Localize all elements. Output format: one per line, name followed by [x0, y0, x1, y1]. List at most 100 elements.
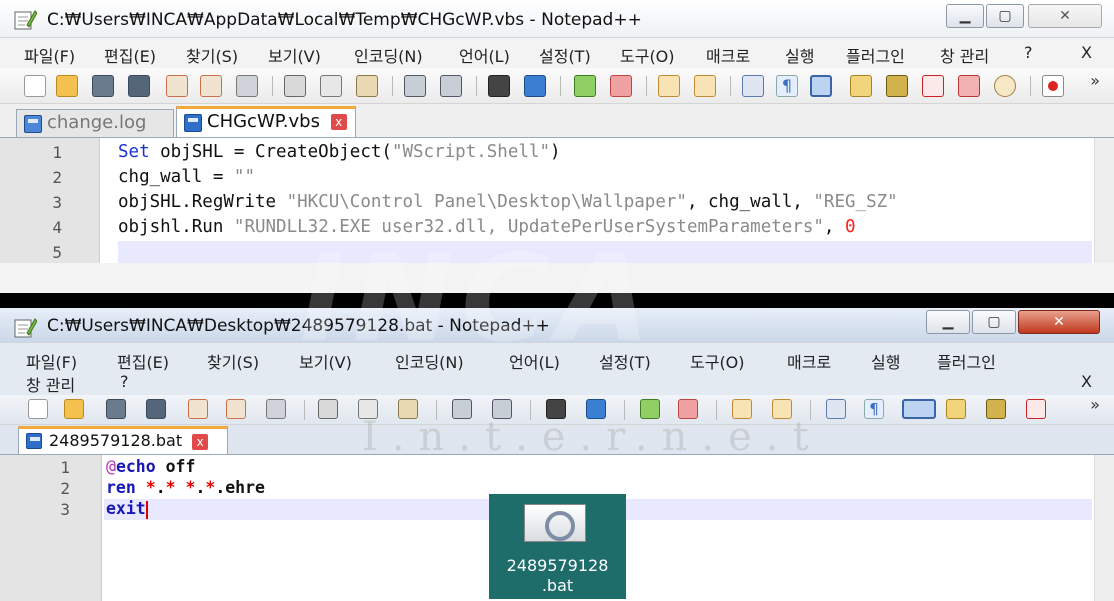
close-all-icon[interactable] [226, 399, 246, 419]
menu-window[interactable]: 창 관리 [940, 43, 989, 67]
new-file-icon[interactable] [24, 75, 46, 97]
save-icon[interactable] [106, 399, 126, 419]
minimize-button[interactable]: ▁ [926, 310, 970, 334]
cut-icon[interactable] [284, 75, 306, 97]
replace-icon[interactable] [524, 75, 546, 97]
code-editor[interactable]: 1 2 3 4 5 Set objSHL = CreateObject("WSc… [0, 138, 1114, 263]
maximize-button[interactable]: ▢ [986, 4, 1024, 28]
menu-view[interactable]: 보기(V) [299, 349, 352, 373]
word-wrap-icon[interactable] [826, 399, 846, 419]
menu-macro[interactable]: 매크로 [787, 349, 831, 373]
show-all-chars-icon[interactable]: ¶ [776, 75, 798, 97]
menu-file[interactable]: 파일(F) [24, 43, 75, 67]
close-file-icon[interactable] [166, 75, 188, 97]
tab-change-log[interactable]: change.log [16, 109, 174, 137]
tab-close-icon[interactable]: x [192, 433, 209, 450]
print-icon[interactable] [236, 75, 258, 97]
tab-close-icon[interactable]: x [330, 114, 347, 130]
function-list-icon[interactable] [1026, 399, 1046, 419]
cut-icon[interactable] [318, 399, 338, 419]
menu-encoding[interactable]: 인코딩(N) [354, 43, 423, 67]
zoom-out-icon[interactable] [678, 399, 698, 419]
function-list-icon[interactable] [922, 75, 944, 97]
menu-tools[interactable]: 도구(O) [620, 43, 675, 67]
menu-run[interactable]: 실행 [785, 43, 814, 67]
menu-plugins[interactable]: 플러그인 [937, 349, 996, 373]
sync-vertical-icon[interactable] [732, 399, 752, 419]
show-all-chars-icon[interactable]: ¶ [864, 399, 884, 419]
toolbar-overflow-icon[interactable]: » [1090, 71, 1100, 90]
menu-file[interactable]: 파일(F) [26, 349, 77, 373]
copy-icon[interactable] [358, 399, 378, 419]
doc-map-icon[interactable] [986, 399, 1006, 419]
menu-run[interactable]: 실행 [871, 349, 900, 373]
zoom-out-icon[interactable] [610, 75, 632, 97]
menu-edit[interactable]: 편집(E) [104, 43, 156, 67]
record-macro-icon[interactable] [1042, 75, 1064, 97]
sync-horizontal-icon[interactable] [694, 75, 716, 97]
define-language-icon[interactable] [946, 399, 966, 419]
find-icon[interactable] [488, 75, 510, 97]
menu-window[interactable]: 창 관리 [26, 372, 75, 396]
menu-search[interactable]: 찾기(S) [207, 349, 259, 373]
menu-plugins[interactable]: 플러그인 [846, 43, 905, 67]
close-file-icon[interactable] [188, 399, 208, 419]
menu-help[interactable]: ? [1024, 43, 1033, 62]
menu-language[interactable]: 언어(L) [459, 43, 510, 67]
undo-icon[interactable] [452, 399, 472, 419]
sync-vertical-icon[interactable] [658, 75, 680, 97]
menu-language[interactable]: 언어(L) [509, 349, 560, 373]
menu-edit[interactable]: 편집(E) [117, 349, 169, 373]
menu-encoding[interactable]: 인코딩(N) [395, 349, 464, 373]
title-bar[interactable]: C:₩Users₩INCA₩AppData₩Local₩Temp₩CHGcWP.… [0, 0, 1114, 38]
minimize-button[interactable]: ▁ [946, 4, 984, 28]
maximize-button[interactable]: ▢ [972, 310, 1016, 334]
sync-horizontal-icon[interactable] [772, 399, 792, 419]
menu-close-doc[interactable]: X [1081, 372, 1092, 391]
indent-guide-icon[interactable] [810, 75, 832, 97]
folder-workspace-icon[interactable] [958, 75, 980, 97]
save-icon[interactable] [92, 75, 114, 97]
menu-settings[interactable]: 설정(T) [539, 43, 591, 67]
redo-icon[interactable] [492, 399, 512, 419]
toolbar-overflow-icon[interactable]: » [1090, 395, 1100, 414]
define-language-icon[interactable] [850, 75, 872, 97]
menu-settings[interactable]: 설정(T) [599, 349, 651, 373]
monitoring-eye-icon[interactable] [994, 75, 1016, 97]
open-file-icon[interactable] [56, 75, 78, 97]
print-icon[interactable] [266, 399, 286, 419]
open-file-icon[interactable] [64, 399, 84, 419]
new-file-icon[interactable] [28, 399, 48, 419]
menu-help[interactable]: ? [120, 372, 129, 391]
line-number: 1 [52, 143, 62, 162]
title-bar[interactable]: C:₩Users₩INCA₩Desktop₩2489579128.bat - N… [0, 308, 1114, 343]
save-all-icon[interactable] [146, 399, 166, 419]
menu-view[interactable]: 보기(V) [268, 43, 321, 67]
menu-close-doc[interactable]: X [1081, 43, 1092, 62]
save-all-icon[interactable] [128, 75, 150, 97]
menu-tools[interactable]: 도구(O) [690, 349, 745, 373]
menu-macro[interactable]: 매크로 [706, 43, 750, 67]
undo-icon[interactable] [404, 75, 426, 97]
tab-2489579128-bat[interactable]: 2489579128.bat x [18, 426, 228, 454]
vertical-scrollbar[interactable] [1094, 138, 1114, 263]
find-icon[interactable] [546, 399, 566, 419]
file-name-line2: .bat [541, 576, 574, 595]
paste-icon[interactable] [356, 75, 378, 97]
redo-icon[interactable] [440, 75, 462, 97]
close-button[interactable]: ✕ [1028, 4, 1102, 28]
tab-chgcwp-vbs[interactable]: CHGcWP.vbs x [176, 106, 356, 137]
replace-icon[interactable] [586, 399, 606, 419]
copy-icon[interactable] [320, 75, 342, 97]
close-all-icon[interactable] [200, 75, 222, 97]
menu-search[interactable]: 찾기(S) [186, 43, 238, 67]
vertical-scrollbar[interactable] [1094, 455, 1114, 601]
close-button[interactable]: ✕ [1018, 310, 1100, 334]
paste-icon[interactable] [398, 399, 418, 419]
zoom-in-icon[interactable] [574, 75, 596, 97]
word-wrap-icon[interactable] [742, 75, 764, 97]
desktop-file-icon-tile[interactable]: 2489579128 .bat [489, 494, 626, 599]
indent-guide-icon[interactable] [902, 399, 936, 419]
zoom-in-icon[interactable] [640, 399, 660, 419]
doc-map-icon[interactable] [886, 75, 908, 97]
